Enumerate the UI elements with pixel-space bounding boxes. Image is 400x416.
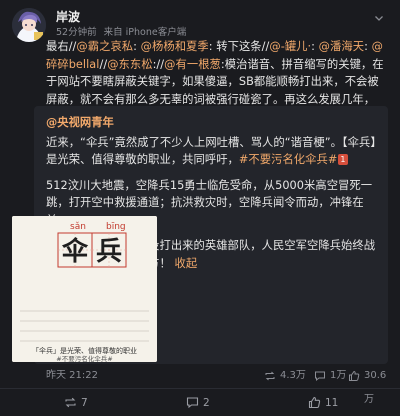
post-text: : xyxy=(133,40,141,53)
repost-action-count: 7 xyxy=(81,397,88,409)
post-text: : xyxy=(311,40,319,53)
like-icon xyxy=(308,396,321,409)
post-text: : xyxy=(364,40,372,53)
repost-image[interactable]: sǎn bīng 伞 兵 「伞兵」是光荣、值得尊敬的职业 #不要污名化伞兵# xyxy=(12,216,157,362)
repost-button[interactable]: 7 xyxy=(64,389,88,416)
paratrooper-poster: sǎn bīng 伞 兵 「伞兵」是光荣、值得尊敬的职业 #不要污名化伞兵# xyxy=(12,216,157,362)
hashtag-badge: 1 xyxy=(338,154,348,165)
mention-link[interactable]: @东东松 xyxy=(107,58,152,71)
avatar-image xyxy=(12,8,46,42)
repost-author[interactable]: @央视网青年 xyxy=(46,114,378,132)
comment-action-count: 2 xyxy=(203,397,210,409)
repost-icon[interactable] xyxy=(264,370,276,382)
post-text-lead: 最右// xyxy=(46,40,77,53)
chevron-down-icon[interactable] xyxy=(372,12,386,26)
username[interactable]: 岸波 xyxy=(56,10,80,25)
post-time[interactable]: 52分钟前 xyxy=(56,27,97,38)
repost-time: 昨天 21:22 xyxy=(46,370,98,381)
mention-link[interactable]: @杨杨和夏季 xyxy=(141,40,209,53)
image-caption-1: 「伞兵」是光荣、值得尊敬的职业 xyxy=(32,346,137,355)
image-caption-2: #不要污名化伞兵# xyxy=(56,354,112,362)
comment-bubble-icon xyxy=(186,397,199,409)
like-action-count: 11 xyxy=(325,397,339,409)
pinyin-1: sǎn xyxy=(70,222,86,232)
avatar[interactable] xyxy=(12,8,46,42)
pinyin-2: bīng xyxy=(106,222,126,232)
mention-link[interactable]: @霸之哀私 xyxy=(76,40,133,53)
post-source: 来自 iPhone客户端 xyxy=(103,27,187,38)
char-2: 兵 xyxy=(96,237,122,267)
like-button[interactable]: 11 xyxy=(308,389,338,416)
mention-link[interactable]: @有一根葱 xyxy=(164,58,221,71)
comment-icon[interactable] xyxy=(314,370,326,382)
char-1: 伞 xyxy=(61,236,89,267)
comment-count: 1万 xyxy=(330,370,347,381)
mention-link[interactable]: @-罐儿· xyxy=(269,40,311,53)
repost-count: 4.3万 xyxy=(280,370,306,381)
collapse-link[interactable]: 收起 xyxy=(174,257,197,270)
thumbs-up-icon[interactable] xyxy=(348,370,360,382)
action-bar: 7 2 11 xyxy=(0,388,400,416)
hashtag-link[interactable]: #不要污名化伞兵# xyxy=(239,153,337,166)
share-icon xyxy=(65,397,76,408)
post-text: :// xyxy=(152,57,165,71)
mention-link[interactable]: @潘海天 xyxy=(319,40,364,53)
post-header: 岸波 52分钟前 来自 iPhone客户端 xyxy=(12,8,388,42)
comment-button[interactable]: 2 xyxy=(186,389,210,416)
post-footer: 昨天 21:22 4.3万 1万 30.6万 xyxy=(46,364,388,405)
post-text: : 转下这条// xyxy=(208,40,270,53)
repost-paragraph-1: 近来，“伞兵”竟然成了不少人上网吐槽、骂人的“谐音梗”。【伞兵】是光荣、值得尊敬… xyxy=(46,134,378,169)
